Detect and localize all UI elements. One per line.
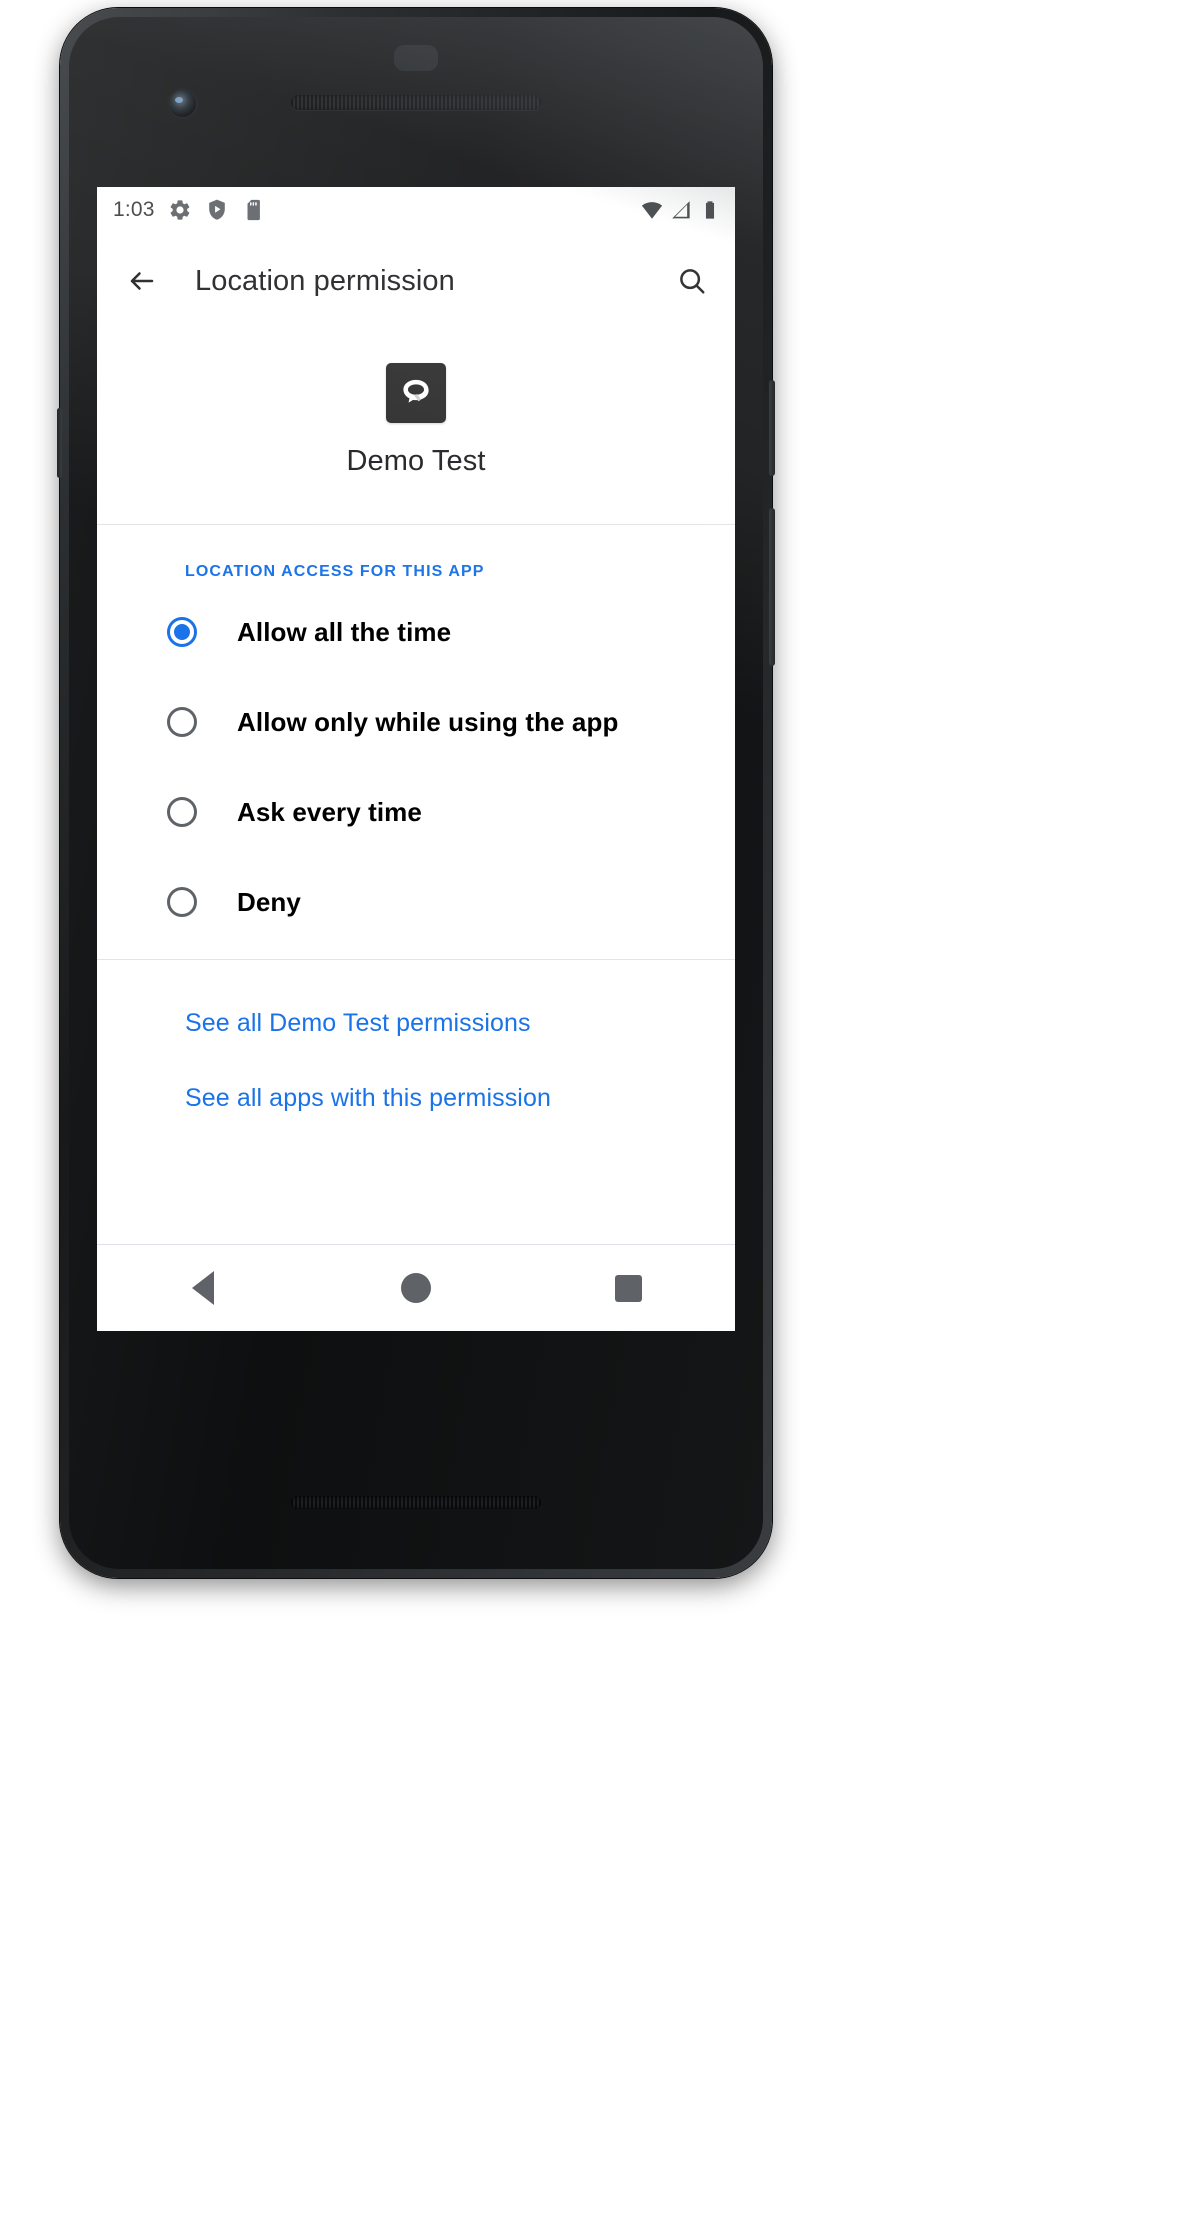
radio-option-allow-all-the-time[interactable]: Allow all the time	[97, 587, 735, 677]
radio-option-label: Deny	[237, 886, 301, 917]
wifi-icon	[641, 202, 663, 219]
phone-device-frame: 1:03 Location permission Demo Test LOCAT…	[57, 8, 775, 1578]
arrow-left-icon	[130, 272, 154, 290]
link-label: See all apps with this permission	[185, 1084, 551, 1112]
app-icon	[386, 363, 446, 423]
status-bar-right-cluster	[641, 199, 721, 221]
front-camera	[169, 90, 196, 117]
back-button[interactable]	[121, 260, 163, 302]
gear-icon	[170, 200, 190, 220]
cell-signal-icon	[672, 201, 690, 219]
nav-home-button[interactable]	[366, 1245, 466, 1331]
status-bar-clock: 1:03	[113, 198, 155, 221]
volume-button[interactable]	[769, 508, 775, 666]
system-navigation-bar	[97, 1244, 735, 1331]
radio-indicator[interactable]	[167, 797, 197, 827]
square-recents-icon	[615, 1274, 643, 1302]
radio-option-deny[interactable]: Deny	[97, 857, 735, 947]
app-bar: Location permission	[97, 233, 735, 329]
radio-option-ask-every-time[interactable]: Ask every time	[97, 767, 735, 857]
bottom-speaker-grille	[291, 1496, 541, 1509]
nav-back-button[interactable]	[153, 1245, 253, 1331]
radio-indicator[interactable]	[167, 707, 197, 737]
battery-icon	[705, 201, 715, 219]
link-label: See all Demo Test permissions	[185, 1009, 531, 1037]
location-access-section: LOCATION ACCESS FOR THIS APP Allow all t…	[97, 525, 735, 960]
link-see-all-apps-with-permission[interactable]: See all apps with this permission	[97, 1061, 735, 1136]
phone-screen: 1:03 Location permission Demo Test LOCAT…	[97, 187, 735, 1331]
app-header: Demo Test	[97, 329, 735, 525]
app-name: Demo Test	[346, 445, 486, 477]
search-icon	[680, 269, 705, 294]
page-title: Location permission	[195, 264, 455, 297]
section-header: LOCATION ACCESS FOR THIS APP	[185, 563, 485, 580]
radio-indicator[interactable]	[167, 617, 197, 647]
radio-option-label: Allow only while using the app	[237, 706, 619, 737]
nav-recents-button[interactable]	[579, 1245, 679, 1331]
screenshot-stage: 1:03 Location permission Demo Test LOCAT…	[0, 0, 1200, 2220]
related-links-section: See all Demo Test permissions See all ap…	[97, 960, 735, 1136]
triangle-back-icon	[192, 1271, 215, 1305]
phone-device-body: 1:03 Location permission Demo Test LOCAT…	[69, 17, 763, 1569]
radio-indicator[interactable]	[167, 887, 197, 917]
search-button[interactable]	[671, 260, 713, 302]
left-side-button[interactable]	[57, 408, 62, 478]
earpiece-speaker-grille	[291, 95, 541, 110]
status-bar: 1:03	[97, 187, 735, 233]
radio-option-allow-while-using[interactable]: Allow only while using the app	[97, 677, 735, 767]
proximity-sensor	[394, 45, 438, 71]
radio-option-label: Ask every time	[237, 796, 422, 827]
circle-home-icon	[400, 1273, 431, 1303]
demo-test-app-icon	[403, 379, 429, 403]
status-bar-left-cluster: 1:03	[113, 198, 266, 222]
power-button[interactable]	[769, 380, 775, 476]
radio-option-label: Allow all the time	[237, 616, 452, 647]
sd-card-icon	[247, 199, 260, 221]
link-see-all-app-permissions[interactable]: See all Demo Test permissions	[97, 986, 735, 1061]
shield-play-icon	[208, 199, 225, 220]
